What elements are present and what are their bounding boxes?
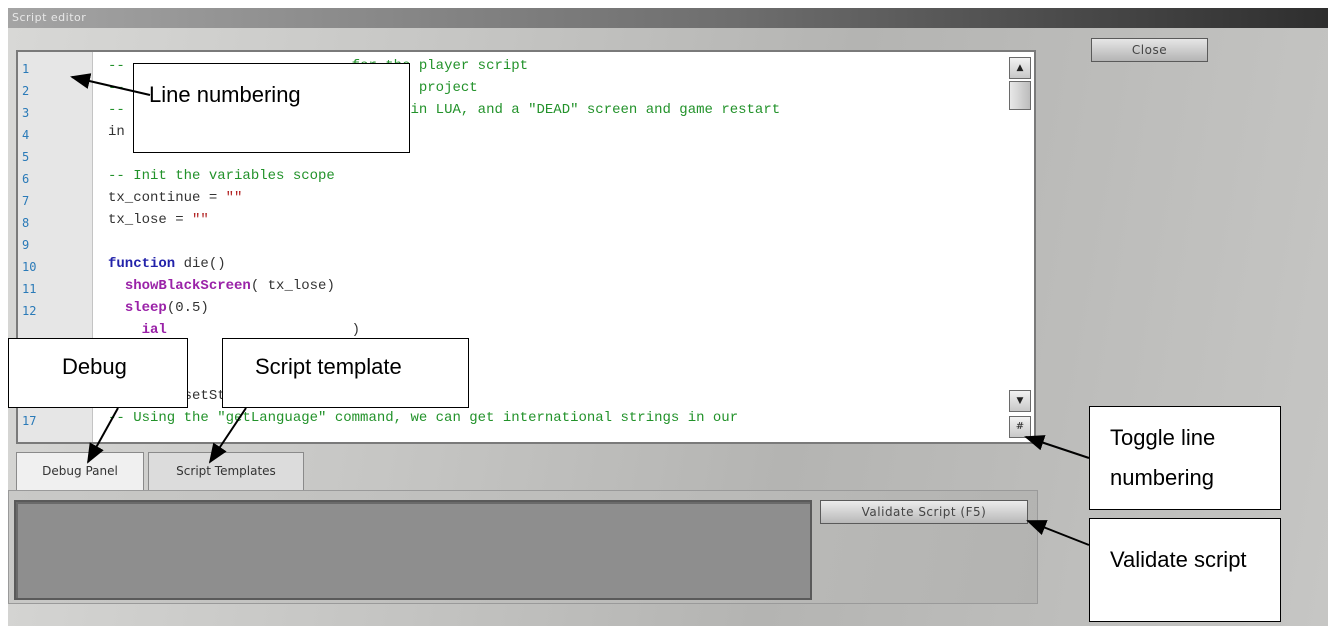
debug-output-area[interactable] [14,500,812,600]
scroll-up-icon[interactable]: ▲ [1009,57,1031,79]
code-token: -- Using the "getLanguage" command, we c… [108,410,739,426]
code-token: "" [192,212,209,228]
validate-script-button[interactable]: Validate Script (F5) [820,500,1028,524]
scroll-thumb[interactable] [1009,81,1031,110]
line-number: 3 [22,106,30,120]
code-line[interactable]: showBlackScreen( tx_lose) [108,278,335,294]
code-line[interactable]: ial ) [108,322,360,338]
code-token: in [108,124,125,140]
callout-line-numbering-text: Line numbering [149,82,301,107]
scroll-down-icon[interactable]: ▼ [1009,390,1031,412]
vertical-scrollbar[interactable]: ▲ ▼ # [1006,52,1034,442]
line-number: 12 [22,304,37,318]
toggle-line-numbering-button[interactable]: # [1009,416,1031,438]
line-number: 8 [22,216,30,230]
callout-line-numbering: Line numbering [133,63,410,153]
callout-debug: Debug [8,338,188,408]
line-number: 4 [22,128,30,142]
callout-toggle-text-line2: numbering [1110,465,1214,490]
line-number: 11 [22,282,37,296]
line-number: 9 [22,238,30,252]
code-token: -- [108,102,125,118]
code-line[interactable]: function die() [108,256,226,272]
code-token: tx_continue = [108,190,226,206]
callout-toggle-line-numbering: Toggle line numbering [1089,406,1281,510]
window-title: Script editor [12,11,87,24]
code-token: die() [175,256,226,272]
code-token: sleep [124,300,167,316]
line-number: 5 [22,150,30,164]
callout-toggle-text-line1: Toggle line [1110,425,1216,450]
title-bar[interactable]: Script editor [8,8,1328,28]
line-number: 10 [22,260,37,274]
code-token: (0.5) [166,300,209,316]
callout-validate-text: Validate script [1110,547,1247,572]
code-token: health in LUA, and a "DEAD" screen and g… [351,102,781,118]
code-token: tx_lose = [108,212,193,228]
code-line[interactable]: tx_continue = "" [108,190,242,206]
callout-script-template: Script template [222,338,469,408]
line-number: 1 [22,62,30,76]
code-line[interactable]: in [108,124,125,140]
code-line[interactable]: -- Init the variables scope [108,168,335,184]
line-number: 2 [22,84,30,98]
code-line[interactable]: tx_lose = "" [108,212,209,228]
tab-debug-panel[interactable]: Debug Panel [16,452,144,490]
code-line[interactable]: -- Using the "getLanguage" command, we c… [108,410,738,426]
callout-debug-text: Debug [62,354,127,379]
code-token: -- [108,80,125,96]
code-token: showBlackScreen [124,278,251,294]
code-line[interactable]: sleep(0.5) [108,300,209,316]
callout-script-template-text: Script template [255,354,402,379]
code-token: ( tx_lose) [250,278,335,294]
code-token: -- Init the variables scope [108,168,335,184]
close-button[interactable]: Close [1091,38,1208,62]
tab-script-templates[interactable]: Script Templates [148,452,304,490]
code-token: "" [225,190,243,206]
callout-validate-script: Validate script [1089,518,1281,622]
code-token: ial [124,322,167,338]
code-token: function [108,256,176,272]
code-token: ) [166,322,361,338]
line-number: 7 [22,194,30,208]
line-number: 6 [22,172,30,186]
line-number: 17 [22,414,37,428]
code-token: -- [108,58,125,74]
